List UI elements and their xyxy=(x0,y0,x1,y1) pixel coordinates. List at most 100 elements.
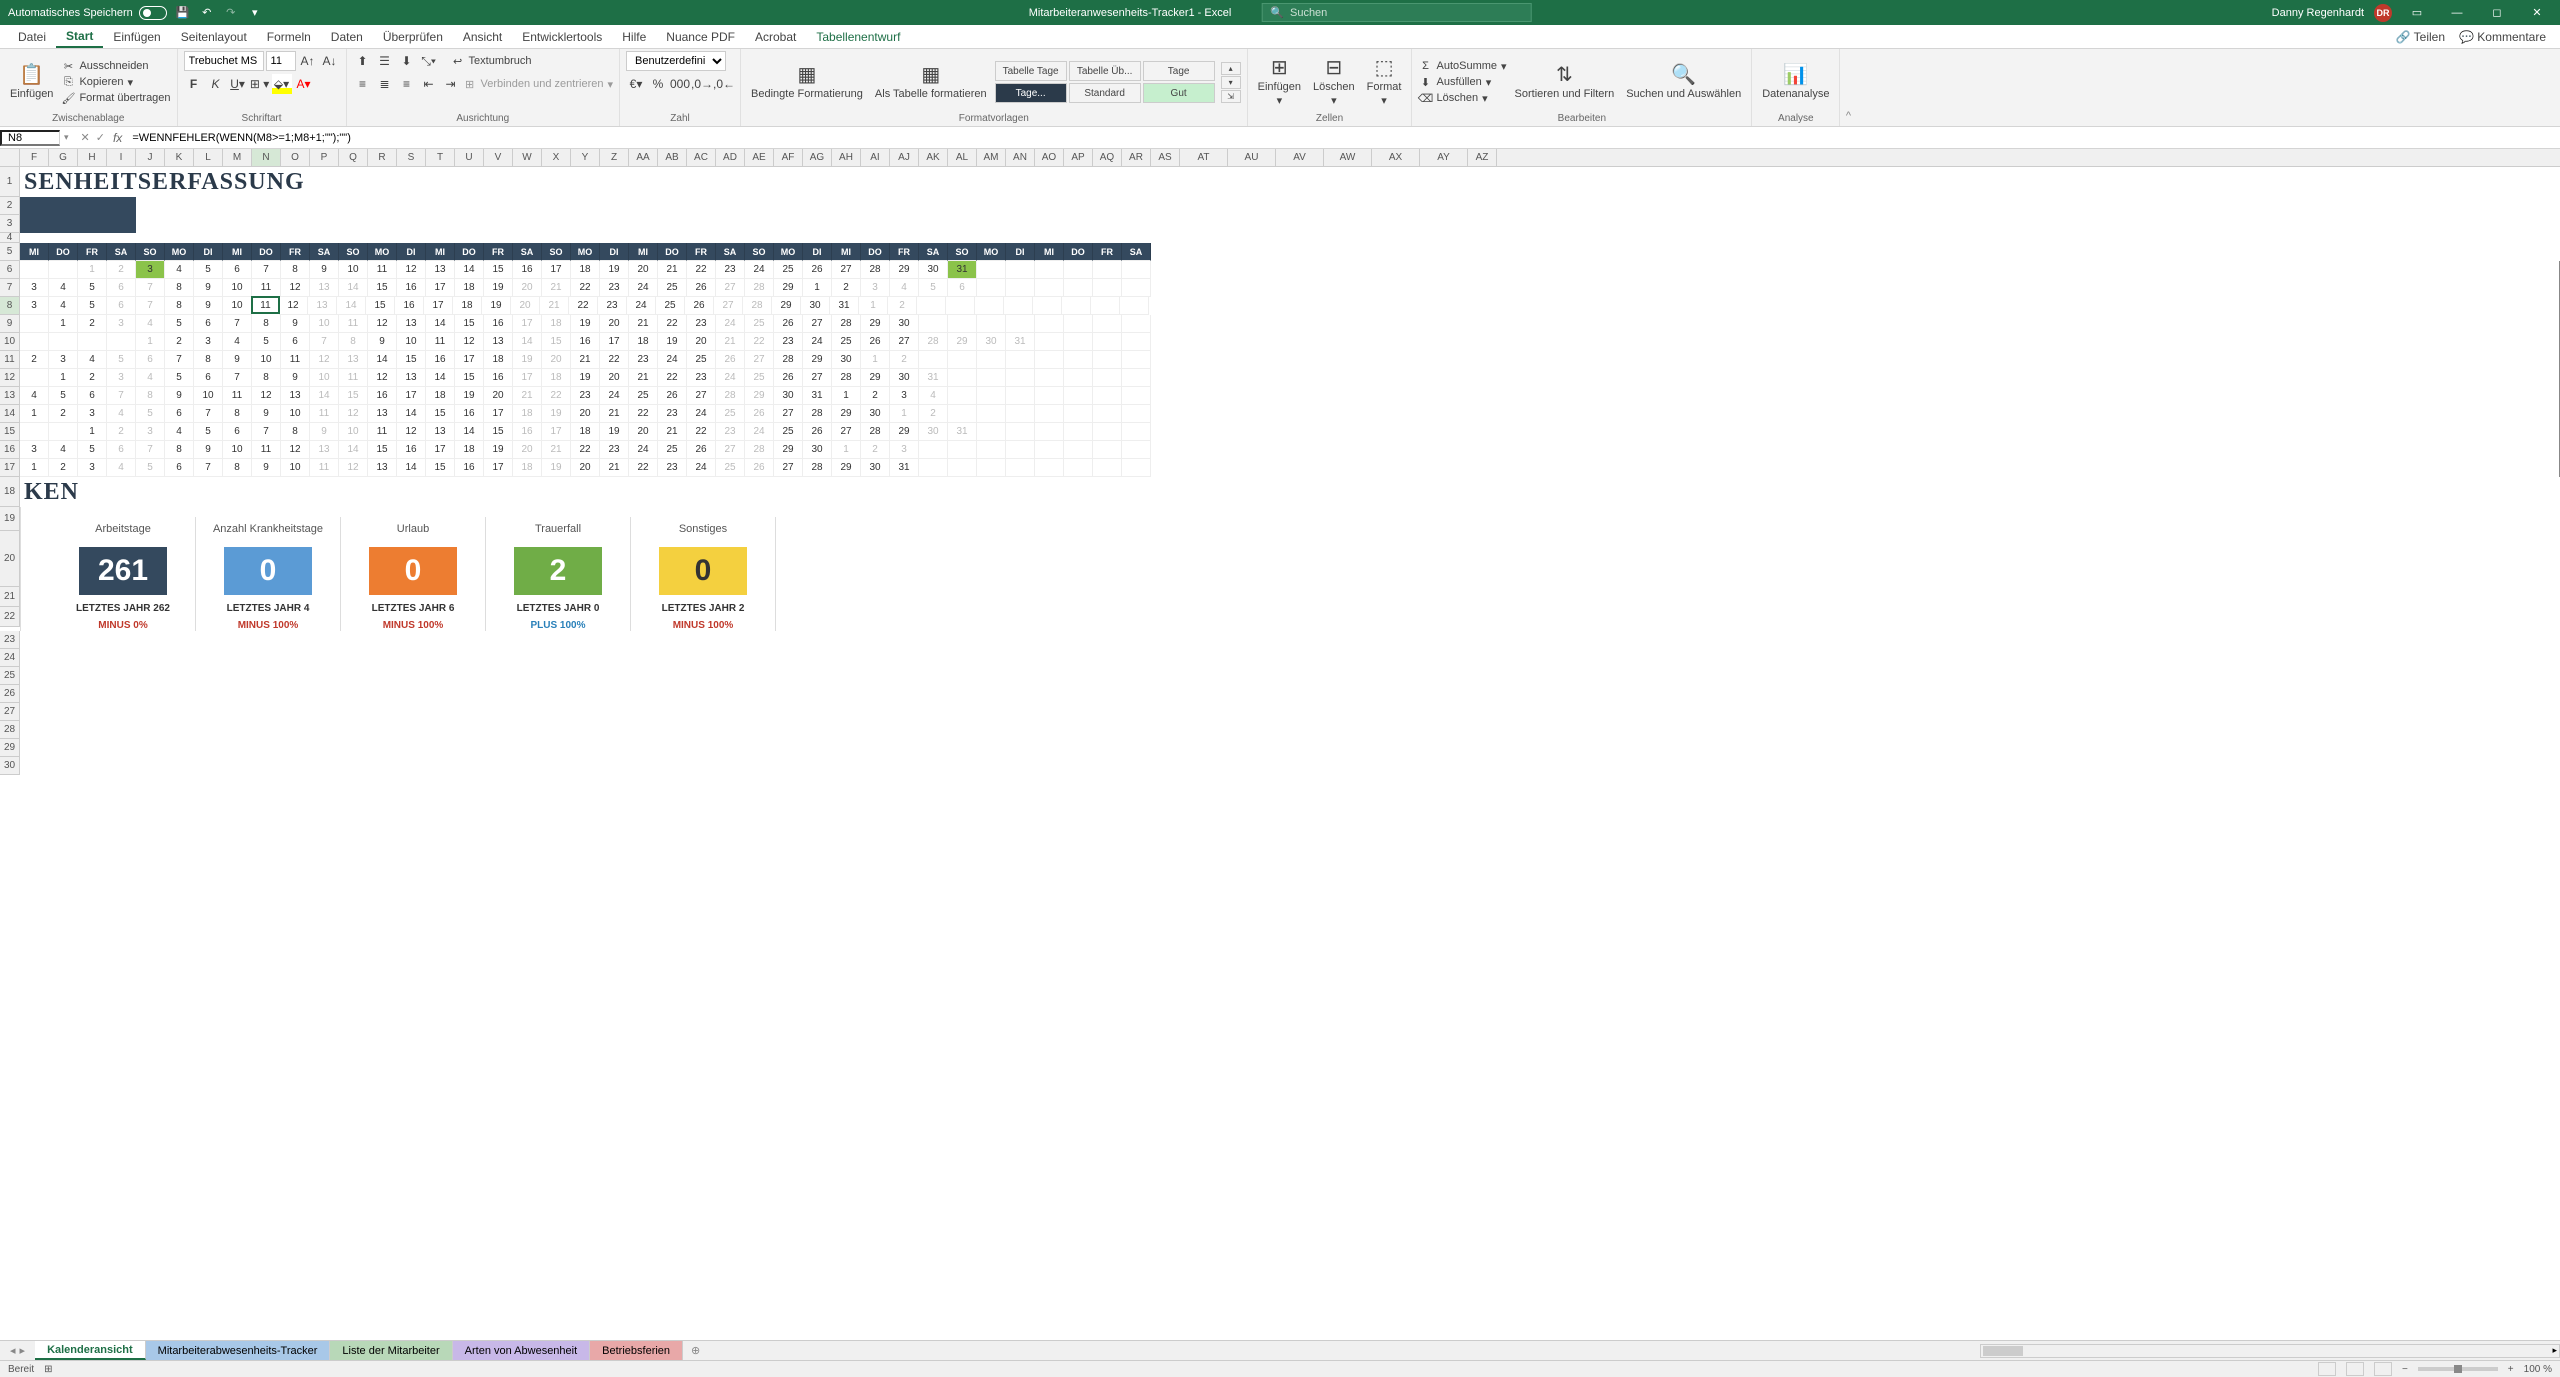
cell[interactable]: 9 xyxy=(165,387,194,405)
currency-icon[interactable]: €▾ xyxy=(626,74,646,94)
cell[interactable]: 30 xyxy=(861,405,890,423)
cell[interactable] xyxy=(1035,279,1064,297)
cell[interactable]: 3 xyxy=(861,279,890,297)
cell[interactable]: 29 xyxy=(774,441,803,459)
cell[interactable]: 19 xyxy=(542,405,571,423)
cell[interactable]: 3 xyxy=(136,423,165,441)
qat-dropdown-icon[interactable]: ▾ xyxy=(247,5,263,21)
cell[interactable] xyxy=(20,423,49,441)
cell[interactable] xyxy=(1064,441,1093,459)
cell[interactable]: 11 xyxy=(252,279,281,297)
cell[interactable]: 18 xyxy=(542,369,571,387)
cell[interactable]: 10 xyxy=(310,369,339,387)
cell[interactable]: 7 xyxy=(136,441,165,459)
name-box-dropdown-icon[interactable]: ▾ xyxy=(60,132,73,143)
cell[interactable]: 20 xyxy=(571,459,600,477)
cell[interactable]: 7 xyxy=(194,405,223,423)
cell[interactable]: 17 xyxy=(426,279,455,297)
cell[interactable]: 19 xyxy=(600,423,629,441)
cell[interactable]: 25 xyxy=(658,279,687,297)
cell[interactable]: 26 xyxy=(803,261,832,279)
day-header[interactable]: DI xyxy=(1006,243,1035,261)
cell[interactable]: 17 xyxy=(424,297,453,315)
cell[interactable]: 5 xyxy=(165,315,194,333)
cell[interactable] xyxy=(1035,405,1064,423)
toggle-switch[interactable] xyxy=(139,6,167,20)
cell[interactable] xyxy=(977,459,1006,477)
cell[interactable]: 11 xyxy=(310,459,339,477)
cell[interactable]: 30 xyxy=(890,369,919,387)
view-layout-icon[interactable] xyxy=(2346,1362,2364,1376)
cell[interactable]: 5 xyxy=(252,333,281,351)
col-header-AA[interactable]: AA xyxy=(629,149,658,166)
cell[interactable]: 24 xyxy=(627,297,656,315)
cell[interactable]: 6 xyxy=(281,333,310,351)
cell[interactable]: 7 xyxy=(194,459,223,477)
cell[interactable]: 18 xyxy=(426,387,455,405)
style-tabelle-ueb[interactable]: Tabelle Üb... xyxy=(1069,61,1141,81)
day-header[interactable]: FR xyxy=(484,243,513,261)
cell[interactable]: 16 xyxy=(484,369,513,387)
cell[interactable] xyxy=(1035,459,1064,477)
cell[interactable]: 10 xyxy=(223,441,252,459)
cell[interactable]: 21 xyxy=(629,315,658,333)
col-header-AY[interactable]: AY xyxy=(1420,149,1468,166)
cell[interactable]: 16 xyxy=(397,279,426,297)
row-header-23[interactable]: 23 xyxy=(0,631,20,649)
orientation-icon[interactable]: ⤡▾ xyxy=(419,51,439,71)
day-header[interactable]: DI xyxy=(803,243,832,261)
number-format-select[interactable]: Benutzerdefiniert xyxy=(626,51,726,71)
cell[interactable]: 25 xyxy=(656,297,685,315)
cell[interactable]: 27 xyxy=(890,333,919,351)
cell[interactable]: 1 xyxy=(20,459,49,477)
wrap-text-button[interactable]: ↩Textumbruch xyxy=(451,54,532,68)
cell[interactable]: 1 xyxy=(859,297,888,315)
cell[interactable]: 3 xyxy=(78,459,107,477)
search-box[interactable]: 🔍 Suchen xyxy=(1261,3,1531,22)
cell[interactable]: 31 xyxy=(1006,333,1035,351)
cell[interactable] xyxy=(1064,351,1093,369)
collapse-ribbon-icon[interactable]: ^ xyxy=(1840,49,1856,126)
cell[interactable]: 24 xyxy=(600,387,629,405)
cell[interactable] xyxy=(1062,297,1091,315)
cell[interactable]: 1 xyxy=(136,333,165,351)
view-normal-icon[interactable] xyxy=(2318,1362,2336,1376)
cell[interactable]: 12 xyxy=(397,261,426,279)
tab-seitenlayout[interactable]: Seitenlayout xyxy=(171,25,257,48)
cell[interactable]: 7 xyxy=(165,351,194,369)
cell[interactable]: 23 xyxy=(658,459,687,477)
col-header-AV[interactable]: AV xyxy=(1276,149,1324,166)
tab-datei[interactable]: Datei xyxy=(8,25,56,48)
cell[interactable] xyxy=(1035,351,1064,369)
cell[interactable]: 29 xyxy=(803,351,832,369)
redo-icon[interactable]: ↷ xyxy=(223,5,239,21)
cell[interactable]: 15 xyxy=(426,459,455,477)
cell[interactable]: 22 xyxy=(629,405,658,423)
cell[interactable]: 24 xyxy=(745,423,774,441)
cell[interactable]: 18 xyxy=(571,261,600,279)
cell[interactable] xyxy=(1064,279,1093,297)
cell[interactable] xyxy=(1122,423,1151,441)
cell[interactable]: 14 xyxy=(513,333,542,351)
cell[interactable]: 27 xyxy=(832,423,861,441)
cell[interactable]: 8 xyxy=(165,441,194,459)
cell[interactable]: 8 xyxy=(165,279,194,297)
cell[interactable] xyxy=(975,297,1004,315)
cell[interactable]: 20 xyxy=(629,261,658,279)
share-button[interactable]: 🔗 Teilen xyxy=(2396,30,2445,44)
cell[interactable]: 27 xyxy=(714,297,743,315)
tab-hilfe[interactable]: Hilfe xyxy=(612,25,656,48)
tab-acrobat[interactable]: Acrobat xyxy=(745,25,806,48)
cell[interactable]: 11 xyxy=(223,387,252,405)
cell[interactable]: 7 xyxy=(136,297,165,315)
cell[interactable]: 30 xyxy=(919,261,948,279)
cell[interactable]: 28 xyxy=(861,261,890,279)
cell[interactable]: 19 xyxy=(658,333,687,351)
row-header-27[interactable]: 27 xyxy=(0,703,20,721)
cell[interactable] xyxy=(1035,441,1064,459)
cell[interactable]: 27 xyxy=(803,369,832,387)
cell[interactable] xyxy=(49,423,78,441)
cell[interactable]: 20 xyxy=(571,405,600,423)
cell[interactable]: 12 xyxy=(310,351,339,369)
col-header-Y[interactable]: Y xyxy=(571,149,600,166)
